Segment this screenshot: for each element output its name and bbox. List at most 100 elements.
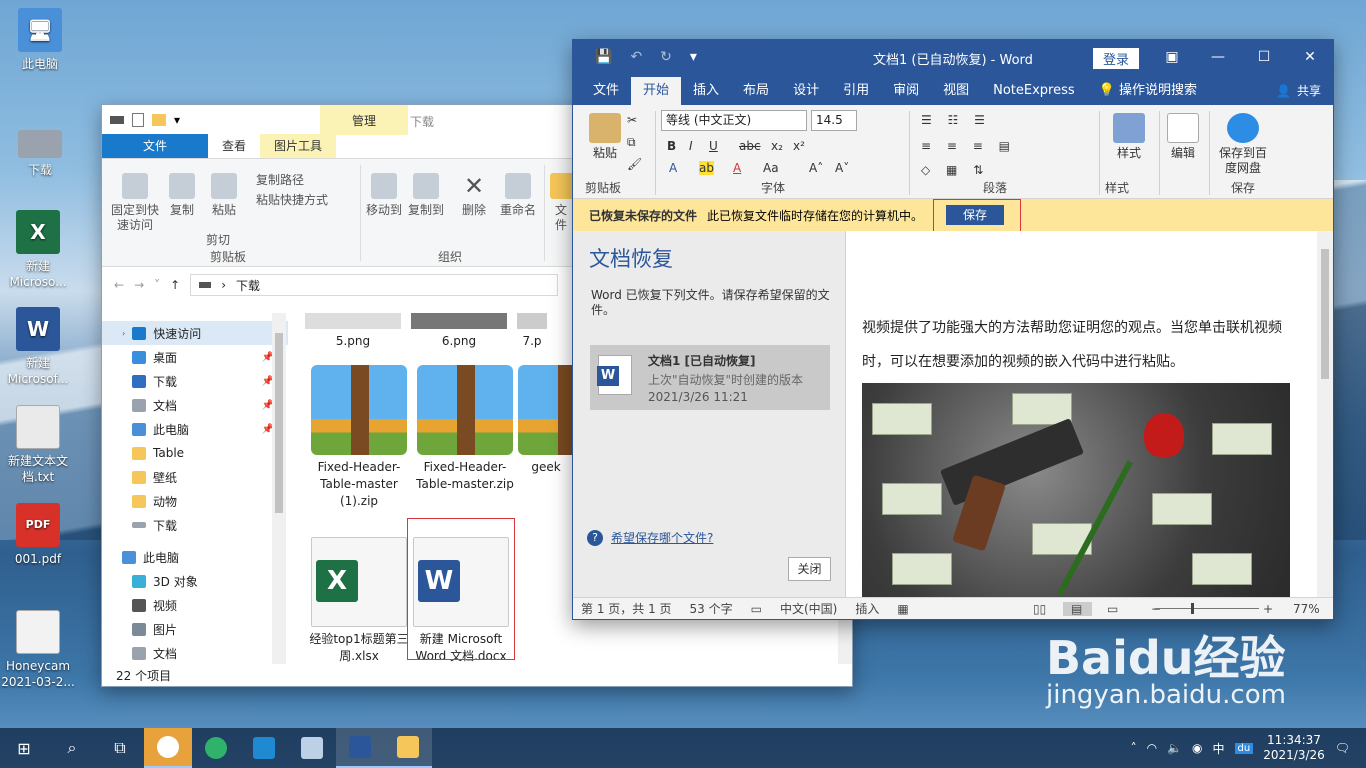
text-effects-icon[interactable]: A — [669, 161, 677, 175]
taskbar-app-edge[interactable] — [192, 728, 240, 768]
nav-item-download-drive[interactable]: 下载 — [102, 513, 288, 537]
tab-picture-tools[interactable]: 图片工具 — [260, 134, 337, 158]
customize-icon[interactable]: ▾ — [690, 49, 697, 65]
copy-button[interactable]: 复制 — [166, 173, 198, 218]
show-hidden-icons[interactable]: ˄ — [1131, 741, 1137, 755]
file-item[interactable]: Fixed-Header-Table-master.zip — [412, 365, 518, 493]
tab-noteexpress[interactable]: NoteExpress — [981, 77, 1087, 105]
shrink-font-icon[interactable]: A˅ — [835, 161, 849, 175]
document-page[interactable]: 视频提供了功能强大的方法帮助您证明您的观点。当您单击联机视频时，可以在想要添加的… — [845, 231, 1317, 599]
file-item[interactable]: 6.png — [406, 313, 512, 350]
font-name-select[interactable]: 等线 (中文正文) — [661, 110, 807, 131]
styles-button[interactable]: 样式 — [1109, 113, 1149, 161]
nav-item-videos[interactable]: 视频 — [102, 593, 288, 617]
taskbar-app-explorer[interactable] — [384, 728, 432, 768]
align-buttons[interactable]: ≡ ≡ ≡ ▤ — [921, 139, 1016, 153]
start-button[interactable]: ⊞ — [0, 728, 48, 768]
nav-item-documents-pc[interactable]: 文档 — [102, 641, 288, 665]
format-painter-icon[interactable]: 🖌 — [627, 157, 642, 171]
paste-shortcut-button[interactable]: 粘贴快捷方式 — [256, 193, 356, 208]
scrollbar-thumb[interactable] — [275, 333, 283, 513]
taskbar-app-word[interactable] — [336, 728, 384, 768]
page-count[interactable]: 第 1 页，共 1 页 — [573, 600, 682, 617]
language[interactable]: 中文(中国) — [772, 600, 847, 617]
file-item-selected[interactable]: W 新建 Microsoft Word 文档.docx — [407, 518, 515, 663]
ribbon-display-icon[interactable]: ▣ — [1149, 40, 1195, 74]
tab-insert[interactable]: 插入 — [681, 77, 731, 105]
list-buttons[interactable]: ☰ ☷ ☰ — [921, 113, 991, 127]
help-link[interactable]: ? 希望保存哪个文件? — [587, 529, 713, 546]
baidu-netdisk-icon[interactable]: du — [1234, 742, 1254, 754]
font-size-select[interactable]: 14.5 — [811, 110, 857, 131]
tell-me-search[interactable]: 💡 操作说明搜索 — [1087, 77, 1209, 105]
nav-item-quick-access[interactable]: › 快速访问 — [102, 321, 288, 345]
font-color-icon[interactable]: A — [733, 161, 741, 175]
move-to-button[interactable]: 移动到 — [364, 173, 404, 218]
cut-icon[interactable]: ✂ — [627, 113, 637, 127]
taskbar-app-vscode[interactable] — [240, 728, 288, 768]
save-icon[interactable]: 💾 — [595, 49, 612, 65]
zoom-slider[interactable] — [1155, 603, 1259, 614]
desktop-icon-word[interactable]: W 新建 Microsof... — [0, 307, 76, 387]
maximize-icon[interactable]: ☐ — [1241, 40, 1287, 74]
nav-item-this-pc[interactable]: 此电脑 📌 — [102, 417, 288, 441]
task-view-button[interactable]: ⧉ — [96, 728, 144, 768]
paste-button[interactable]: 粘贴 — [587, 113, 623, 161]
search-button[interactable]: ⌕ — [48, 728, 96, 768]
tab-references[interactable]: 引用 — [831, 77, 881, 105]
tab-file[interactable]: 文件 — [102, 134, 208, 158]
change-case-icon[interactable]: Aa — [763, 161, 779, 175]
desktop-icon-downloads[interactable]: 下载 — [2, 122, 78, 178]
clock[interactable]: 11:34:37 2021/3/26 — [1263, 733, 1325, 763]
file-item[interactable]: 5.png — [300, 313, 406, 350]
proofing-icon[interactable]: ▭ — [743, 602, 772, 616]
read-mode-icon[interactable]: ▯▯ — [1025, 602, 1056, 616]
save-to-baidu-button[interactable]: 保存到百度网盘 — [1215, 113, 1271, 176]
address-bar[interactable]: › 下载 — [190, 274, 559, 296]
file-item[interactable]: 7.p — [512, 313, 552, 350]
strikethrough-button[interactable]: abc — [739, 139, 761, 153]
back-icon[interactable]: ← — [114, 278, 124, 292]
desktop-icon-txt[interactable]: 新建文本文档.txt — [0, 405, 76, 485]
file-item[interactable]: Fixed-Header-Table-master (1).zip — [306, 365, 412, 510]
desktop-icon-honeycam[interactable]: Honeycam 2021-03-2... — [0, 610, 76, 690]
login-button[interactable]: 登录 — [1093, 48, 1140, 69]
close-icon[interactable]: ✕ — [1287, 40, 1333, 74]
shading-border-buttons[interactable]: ◇ ▦ ⇅ — [921, 163, 989, 177]
copy-icon[interactable]: ⧉ — [627, 135, 636, 150]
document-scrollbar[interactable] — [1317, 231, 1333, 599]
desktop-icon-excel[interactable]: X 新建 Microso... — [0, 210, 76, 290]
tab-file[interactable]: 文件 — [581, 77, 631, 105]
nav-item-animals[interactable]: 动物 — [102, 489, 288, 513]
print-layout-icon[interactable]: ▤ — [1063, 601, 1093, 616]
folder-icon[interactable] — [152, 114, 166, 126]
dropdown-icon[interactable]: ▾ — [174, 113, 180, 127]
pin-quick-access-button[interactable]: 固定到快速访问 — [108, 173, 162, 233]
nav-item-wallpaper[interactable]: 壁纸 — [102, 465, 288, 489]
recent-dropdown-icon[interactable]: ˅ — [154, 278, 160, 292]
nav-item-documents[interactable]: 文档 📌 — [102, 393, 288, 417]
grow-font-icon[interactable]: A˄ — [809, 161, 823, 175]
desktop-icon-pdf[interactable]: PDF 001.pdf — [0, 503, 76, 567]
taskbar-app-honeycam[interactable] — [144, 728, 192, 768]
nav-item-desktop[interactable]: 桌面 📌 — [102, 345, 288, 369]
superscript-button[interactable]: x² — [793, 139, 805, 153]
rename-button[interactable]: 重命名 — [498, 173, 538, 218]
macro-icon[interactable]: ▦ — [889, 602, 918, 616]
minimize-icon[interactable]: — — [1195, 40, 1241, 74]
tab-view[interactable]: 视图 — [931, 77, 981, 105]
notification-icon[interactable]: 🗨 — [1335, 741, 1350, 755]
highlight-icon[interactable]: ab — [699, 161, 714, 175]
volume-icon[interactable]: 🔈 — [1167, 741, 1182, 755]
new-folder-button[interactable]: 文件 — [550, 173, 572, 233]
taskbar-app-image-viewer[interactable] — [288, 728, 336, 768]
word-count[interactable]: 53 个字 — [682, 600, 743, 617]
tab-review[interactable]: 审阅 — [881, 77, 931, 105]
italic-button[interactable]: I — [689, 139, 693, 153]
tab-design[interactable]: 设计 — [781, 77, 831, 105]
zoom-slider-thumb[interactable] — [1191, 603, 1194, 614]
nav-item-pictures[interactable]: 图片 — [102, 617, 288, 641]
paste-button[interactable]: 粘贴 — [206, 173, 242, 218]
tab-view[interactable]: 查看 — [208, 134, 260, 158]
properties-icon[interactable] — [132, 113, 144, 127]
